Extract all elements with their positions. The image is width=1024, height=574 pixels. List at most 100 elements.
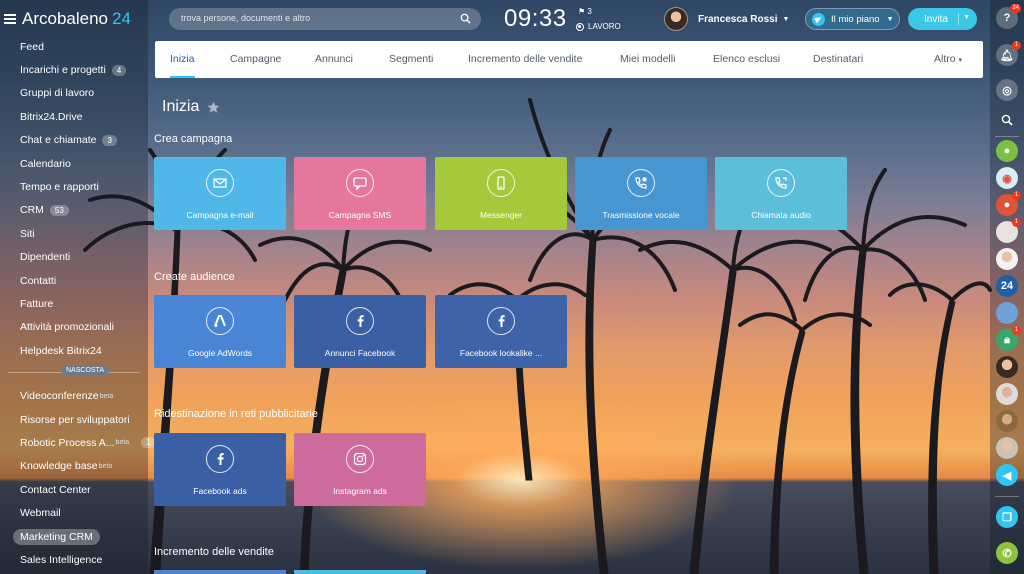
sidebar-menu: Feed Incarichi e progetti 4 Gruppi di lav…	[0, 35, 156, 572]
tile-facebook-audience[interactable]: Annunci Facebook	[294, 295, 426, 368]
tab-recipients[interactable]: Destinatari	[813, 41, 863, 78]
phone-button[interactable]: ✆	[996, 542, 1018, 564]
audio-call-icon	[767, 169, 795, 197]
search-contacts-button[interactable]	[996, 109, 1018, 131]
flag-count: 3	[587, 7, 592, 16]
sidebar-item-drive[interactable]: Bitrix24.Drive	[0, 105, 148, 128]
facebook-icon	[346, 307, 374, 335]
voice-broadcast-icon	[627, 169, 655, 197]
search-icon	[1001, 114, 1013, 126]
contact-avatar[interactable]: 🔒︎ 1	[996, 326, 1021, 351]
my-plan-button[interactable]: Il mio piano ▼	[805, 8, 900, 30]
button-separator	[958, 13, 959, 25]
chat-counter: 3	[102, 134, 117, 146]
phone-icon: ✆	[1002, 547, 1012, 560]
star-icon[interactable]	[207, 101, 220, 114]
search-input[interactable]: trova persone, documenti e altro	[169, 8, 481, 30]
tab-blacklist[interactable]: Elenco esclusi	[713, 41, 780, 78]
tab-ads[interactable]: Annunci	[315, 41, 353, 78]
left-sidebar: Arcobaleno 24 Feed Incarichi e progetti 4…	[0, 0, 156, 574]
avatar[interactable]	[664, 7, 688, 31]
notifications-badge: 1	[1012, 41, 1021, 50]
hidden-divider[interactable]: NASCOSTA	[8, 364, 140, 382]
help-button[interactable]: ? 24	[996, 4, 1021, 29]
robot-icon: ◉	[1002, 172, 1012, 185]
sidebar-item-sites[interactable]: Siti	[0, 222, 148, 245]
search-icon[interactable]	[460, 13, 471, 24]
sidebar-item-tasks[interactable]: Incarichi e progetti 4	[0, 58, 148, 81]
logo[interactable]: Arcobaleno 24	[4, 8, 131, 30]
contact-avatar[interactable]	[996, 302, 1018, 324]
sidebar-item-webmail[interactable]: Webmail	[0, 501, 148, 524]
tile-email-campaign[interactable]: Campagna e-mail	[154, 157, 286, 230]
tile-google-adwords[interactable]: Google AdWords	[154, 295, 286, 368]
sidebar-item-feed[interactable]: Feed	[0, 35, 148, 58]
tab-segments[interactable]: Segmenti	[389, 41, 433, 78]
sidebar-item-employees[interactable]: Dipendenti	[0, 246, 148, 269]
tab-more[interactable]: Altro ▾	[934, 41, 962, 78]
chevron-down-icon[interactable]: ▼	[963, 14, 970, 21]
sms-icon	[346, 169, 374, 197]
tile-facebook-ads[interactable]: Facebook ads	[154, 433, 286, 506]
contact-avatar[interactable]: ◀	[996, 464, 1018, 486]
flag-indicator[interactable]: ⚑ 3	[578, 7, 592, 16]
contact-avatar[interactable]	[996, 248, 1018, 270]
tile-instagram-ads[interactable]: Instagram ads	[294, 433, 426, 506]
tile-voice-broadcast[interactable]: Trasmissione vocale	[575, 157, 707, 230]
contact-avatar[interactable]	[996, 383, 1018, 405]
rightbar-divider	[995, 496, 1019, 497]
email-icon	[206, 169, 234, 197]
tab-my-templates[interactable]: Miei modelli	[620, 41, 675, 78]
tile-audio-call[interactable]: Chiamata audio	[715, 157, 847, 230]
sidebar-item-videoconference[interactable]: Videoconferenze beta	[0, 384, 148, 407]
contact-avatar[interactable]: ● 1	[996, 191, 1021, 216]
sidebar-item-invoices[interactable]: Fatture	[0, 292, 148, 315]
sidebar-item-contact-center[interactable]: Contact Center	[0, 478, 148, 501]
sidebar-item-sales-intelligence[interactable]: Sales Intelligence	[0, 548, 148, 571]
tab-start[interactable]: Inizia	[170, 41, 195, 78]
sidebar-item-calendar[interactable]: Calendario	[0, 152, 148, 175]
help-badge: 24	[1010, 4, 1021, 13]
sidebar-item-contacts[interactable]: Contatti	[0, 269, 148, 292]
contact-avatar[interactable]: 1	[996, 218, 1021, 243]
contact-avatar[interactable]	[996, 410, 1018, 432]
copy-button[interactable]: ❐	[996, 506, 1018, 528]
user-menu[interactable]: Francesca Rossi ▼	[664, 7, 789, 31]
notifications-button[interactable]: 🔔︎ 1	[996, 41, 1021, 66]
rocket-icon	[812, 12, 825, 26]
workgroup-24[interactable]: 24	[996, 275, 1018, 297]
hidden-label: NASCOSTA	[61, 366, 109, 376]
sidebar-item-promotions[interactable]: Attività promozionali	[0, 316, 148, 339]
tile-facebook-lookalike[interactable]: Facebook lookalike ...	[435, 295, 567, 368]
tile-messenger[interactable]: Messenger	[435, 157, 567, 230]
tile-sms-campaign[interactable]: Campagna SMS	[294, 157, 426, 230]
logo-name: Arcobaleno	[22, 9, 109, 28]
work-status[interactable]: LAVORO	[576, 22, 621, 31]
contact-avatar[interactable]: ●	[996, 140, 1018, 162]
sidebar-item-developer-resources[interactable]: Risorse per sviluppatori	[0, 408, 148, 431]
main-content: Inizia Crea campagna Campagna e-mail Cam…	[148, 78, 984, 574]
work-status-label: LAVORO	[588, 22, 621, 31]
contact-avatar[interactable]: ◉	[996, 167, 1018, 189]
clock[interactable]: 09:33	[504, 5, 567, 33]
sidebar-item-helpdesk[interactable]: Helpdesk Bitrix24	[0, 339, 148, 362]
facebook-icon	[487, 307, 515, 335]
sidebar-item-knowledge-base[interactable]: Knowledge base beta	[0, 455, 148, 478]
sidebar-item-chat[interactable]: Chat e chiamate 3	[0, 129, 148, 152]
chat-button[interactable]: ◎	[996, 79, 1018, 101]
sidebar-item-rpa[interactable]: Robotic Process A... beta 1	[0, 431, 156, 454]
tab-sales-boost[interactable]: Incremento delle vendite	[468, 41, 582, 78]
sidebar-item-marketing-crm[interactable]: Marketing CRM	[0, 525, 148, 548]
marketing-tabs: Inizia Campagne Annunci Segmenti Increme…	[155, 41, 983, 78]
menu-icon[interactable]	[4, 14, 16, 24]
contact-avatar[interactable]	[996, 356, 1018, 378]
sidebar-item-time-reports[interactable]: Tempo e rapporti	[0, 175, 148, 198]
sidebar-item-crm[interactable]: CRM 53	[0, 199, 148, 222]
tab-campaigns[interactable]: Campagne	[230, 41, 281, 78]
invite-button[interactable]: Invita ▼	[908, 8, 977, 30]
sidebar-item-workgroups[interactable]: Gruppi di lavoro	[0, 82, 148, 105]
contact-avatar[interactable]	[996, 437, 1018, 459]
user-icon: ●	[1003, 145, 1011, 157]
chat-icon: ◎	[1002, 84, 1012, 97]
megaphone-icon: ◀	[1002, 469, 1012, 482]
